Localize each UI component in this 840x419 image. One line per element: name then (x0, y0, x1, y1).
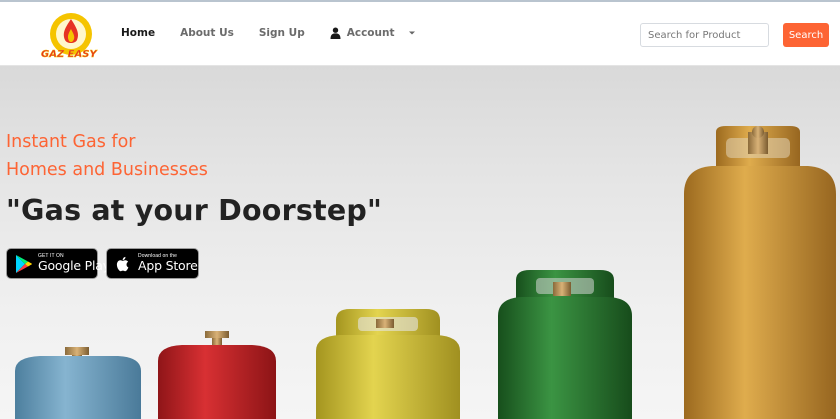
app-store-button[interactable]: Download on the App Store (106, 248, 199, 279)
orange-cylinder (684, 126, 836, 419)
tagline-line-2: Homes and Businesses (6, 159, 208, 180)
google-play-label: Google Play (38, 258, 110, 274)
navbar: GAZ EASY Home About Us Sign Up Account S… (0, 2, 840, 66)
google-play-button[interactable]: GET IT ON Google Play (6, 248, 110, 279)
yellow-cylinder (316, 309, 460, 419)
nav-signup-link[interactable]: Sign Up (259, 27, 305, 39)
account-label: Account (346, 27, 395, 39)
hero-banner: Instant Gas for Homes and Businesses "Ga… (0, 66, 840, 419)
gas-cylinders-image (15, 126, 836, 419)
blue-cylinder (15, 347, 141, 419)
nav-about-link[interactable]: About Us (180, 27, 234, 39)
red-cylinder (158, 331, 276, 419)
search-input[interactable] (640, 23, 769, 47)
person-icon (330, 27, 341, 39)
svg-text:GAZ EASY: GAZ EASY (41, 49, 98, 60)
nav-links: Home About Us Sign Up Account (121, 2, 415, 64)
nav-home-link[interactable]: Home (121, 27, 155, 39)
brand-logo[interactable]: GAZ EASY (38, 10, 106, 60)
hero-headline: "Gas at your Doorstep" (6, 194, 382, 227)
search-button[interactable]: Search (783, 23, 829, 47)
apple-icon (116, 256, 129, 271)
tagline-line-1: Instant Gas for (6, 132, 136, 152)
google-play-icon (16, 254, 32, 273)
caret-down-icon (408, 31, 415, 35)
hero-tagline: Instant Gas for Homes and Businesses (6, 129, 266, 184)
green-cylinder (498, 270, 632, 419)
app-store-label: App Store (138, 258, 198, 274)
account-dropdown[interactable]: Account (330, 27, 415, 39)
